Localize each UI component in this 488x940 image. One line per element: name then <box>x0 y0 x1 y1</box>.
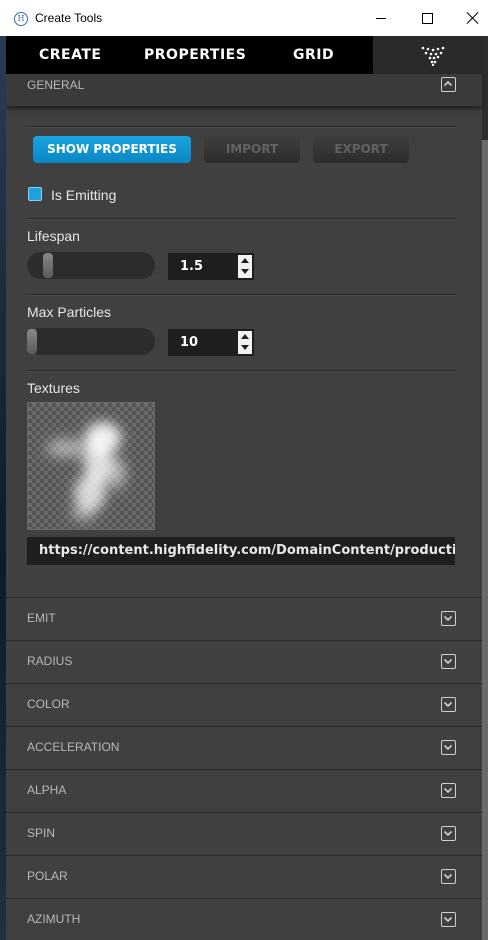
section-title: AZIMUTH <box>27 912 81 926</box>
hifi-logo-icon: H <box>14 12 28 26</box>
chevron-up-icon[interactable] <box>441 77 456 92</box>
section-title: EMIT <box>27 611 56 625</box>
texture-url-input[interactable]: https://content.highfidelity.com/DomainC… <box>27 537 455 565</box>
lifespan-slider[interactable] <box>27 252 155 279</box>
window-titlebar: H Create Tools <box>0 0 488 36</box>
stepper-up-icon[interactable] <box>241 258 249 263</box>
chevron-down-icon[interactable] <box>441 611 456 626</box>
section-acceleration-header[interactable]: ACCELERATION <box>6 727 482 770</box>
lifespan-label: Lifespan <box>27 228 80 244</box>
section-spin-header[interactable]: SPIN <box>6 813 482 856</box>
smoke-texture-image <box>46 422 126 521</box>
particles-logo-icon <box>421 46 445 66</box>
section-color-header[interactable]: COLOR <box>6 684 482 727</box>
divider <box>27 370 456 372</box>
close-icon <box>467 12 479 24</box>
maximize-icon <box>421 12 433 24</box>
window-title: Create Tools <box>35 11 103 25</box>
import-button[interactable]: IMPORT <box>204 136 300 163</box>
section-title: COLOR <box>27 697 70 711</box>
is-emitting-label: Is Emitting <box>51 187 117 203</box>
divider <box>27 294 456 296</box>
maximize-button[interactable] <box>404 0 450 36</box>
section-azimuth-header[interactable]: AZIMUTH <box>6 899 482 940</box>
chevron-down-icon[interactable] <box>441 740 456 755</box>
is-emitting-checkbox[interactable] <box>28 187 42 201</box>
chevron-down-icon[interactable] <box>441 783 456 798</box>
section-emit-header[interactable]: EMIT <box>6 598 482 641</box>
textures-label: Textures <box>27 380 80 396</box>
create-tools-panel: CREATE PROPERTIES GRID GENERAL SHOW PROP… <box>6 36 488 940</box>
lifespan-input[interactable]: 1.5 <box>168 253 254 280</box>
tab-grid[interactable]: GRID <box>293 36 334 74</box>
top-nav: CREATE PROPERTIES GRID <box>6 36 482 74</box>
section-title: POLAR <box>27 869 68 883</box>
tab-create[interactable]: CREATE <box>39 36 101 74</box>
max-particles-label: Max Particles <box>27 304 112 320</box>
section-radius-header[interactable]: RADIUS <box>6 641 482 684</box>
chevron-down-icon[interactable] <box>441 869 456 884</box>
particles-tab[interactable] <box>373 36 482 74</box>
max-particles-stepper[interactable] <box>238 331 252 354</box>
close-button[interactable] <box>450 0 488 36</box>
scrollbar-thumb[interactable] <box>482 140 488 940</box>
lifespan-slider-handle[interactable] <box>43 253 53 278</box>
tab-properties[interactable]: PROPERTIES <box>144 36 246 74</box>
stepper-up-icon[interactable] <box>241 334 249 339</box>
section-polar-header[interactable]: POLAR <box>6 856 482 899</box>
section-title: ACCELERATION <box>27 740 120 754</box>
chevron-down-icon[interactable] <box>441 697 456 712</box>
minimize-icon <box>376 17 386 19</box>
section-general-header[interactable]: GENERAL <box>6 74 482 106</box>
chevron-down-icon[interactable] <box>441 826 456 841</box>
texture-preview[interactable] <box>27 402 155 530</box>
lifespan-stepper[interactable] <box>238 255 252 278</box>
export-button[interactable]: EXPORT <box>313 136 409 163</box>
section-alpha-header[interactable]: ALPHA <box>6 770 482 813</box>
divider <box>27 126 456 128</box>
max-particles-input[interactable]: 10 <box>168 329 254 356</box>
stepper-down-icon[interactable] <box>241 345 249 350</box>
max-particles-slider[interactable] <box>27 328 155 355</box>
section-title: SPIN <box>27 826 56 840</box>
show-properties-button[interactable]: SHOW PROPERTIES <box>33 136 191 163</box>
section-title: ALPHA <box>27 783 67 797</box>
max-particles-value: 10 <box>180 335 199 350</box>
max-particles-slider-handle[interactable] <box>27 329 37 354</box>
section-title: RADIUS <box>27 654 73 668</box>
divider <box>27 218 456 220</box>
minimize-button[interactable] <box>358 0 404 36</box>
chevron-down-icon[interactable] <box>441 912 456 927</box>
lifespan-value: 1.5 <box>180 259 204 274</box>
section-title: GENERAL <box>27 78 85 92</box>
chevron-down-icon[interactable] <box>441 654 456 669</box>
stepper-down-icon[interactable] <box>241 269 249 274</box>
